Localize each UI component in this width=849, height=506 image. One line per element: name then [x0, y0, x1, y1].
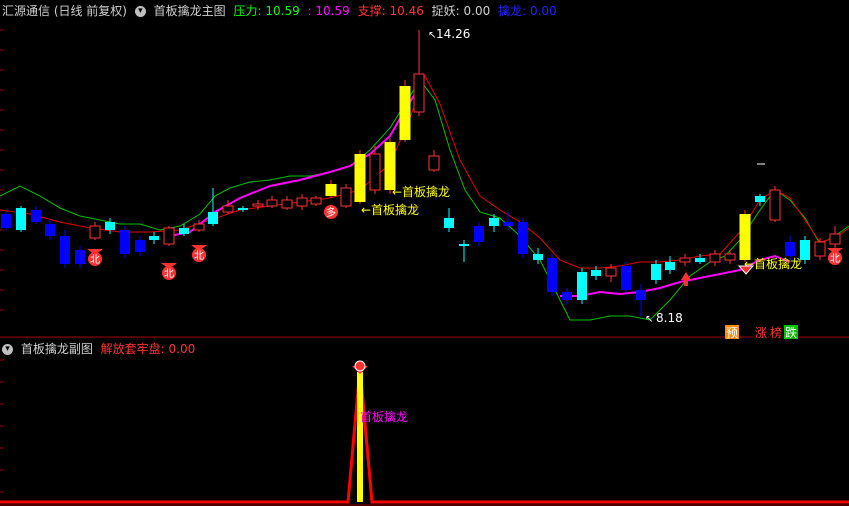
pressure-value-2: : 10.59 — [307, 4, 350, 18]
candle-body — [384, 142, 396, 190]
candle-body — [724, 253, 736, 261]
sub-chart-header: ▾ 首板擒龙副图 解放套牢盘: 0.00 — [2, 339, 199, 359]
candle-body — [503, 222, 513, 226]
dragon-label: 擒龙: — [498, 4, 527, 18]
candle-body — [149, 236, 159, 240]
bei-badge: 北 — [90, 254, 100, 266]
candle-body — [679, 257, 691, 263]
candle-body — [89, 225, 101, 239]
candle-body — [562, 292, 572, 300]
release-label: 解放套牢盘: — [100, 342, 165, 356]
candle-body — [354, 154, 366, 202]
candle-body — [591, 270, 601, 276]
candle-body — [238, 208, 248, 210]
catch-label: 捉妖: — [431, 4, 460, 18]
support-value: 10.46 — [389, 4, 424, 18]
candle-body — [399, 86, 411, 140]
candle-body — [518, 222, 528, 254]
candle-body — [179, 228, 189, 234]
sub-chart — [0, 360, 849, 504]
sub-red-line — [0, 367, 849, 504]
candle-body — [120, 230, 130, 254]
candle-body — [739, 214, 751, 260]
candle-body — [547, 258, 557, 292]
release-value: 0.00 — [168, 342, 196, 356]
signal-label-1: ←首板擒龙 — [392, 184, 450, 199]
candle-body — [665, 262, 675, 270]
candle-body — [340, 187, 352, 207]
signal-label-3: ←首板擒龙 — [744, 256, 802, 271]
catch-value: 0.00 — [463, 4, 491, 18]
candle-body — [459, 244, 469, 246]
candle-body — [533, 254, 543, 260]
high-price-label: 14.26 — [436, 27, 470, 41]
bei-badge: 北 — [830, 253, 840, 265]
candle-body — [252, 203, 264, 207]
bei-badge: 北 — [194, 250, 204, 262]
candle-body — [75, 250, 85, 264]
candle-body — [266, 199, 278, 207]
zhang-tag: 涨 — [755, 325, 767, 340]
sub-indicator-name[interactable]: 首板擒龙副图 — [21, 342, 93, 356]
main-chart-header: 汇源通信 (日线 前复权) ▾ 首板擒龙主图 压力: 10.59 : 10.59… — [2, 1, 561, 21]
bang-tag: 榜 — [770, 325, 782, 340]
candle-body — [636, 290, 646, 300]
candle-body — [31, 210, 41, 222]
candle-body — [769, 189, 781, 221]
candle-body — [605, 267, 617, 277]
candle-body — [474, 226, 484, 242]
signal-label-2: ←首板擒龙 — [361, 202, 419, 217]
candle-body — [45, 224, 55, 236]
support-label: 支撑: — [357, 4, 386, 18]
candle-body — [785, 242, 795, 256]
sub-yellow-bar — [357, 372, 363, 502]
candle-body — [695, 258, 705, 262]
candle-body — [105, 222, 115, 230]
candle-body — [428, 155, 440, 171]
candle-body — [413, 73, 425, 113]
candle-body — [222, 205, 234, 213]
dragon-value: 0.00 — [529, 4, 557, 18]
candle-body — [325, 184, 337, 196]
pressure-label: 压力: — [233, 4, 262, 18]
candle-body — [489, 218, 499, 226]
green-ma-line — [0, 79, 849, 321]
chevron-down-icon[interactable]: ▾ — [2, 344, 13, 355]
candle-body — [60, 236, 70, 264]
candle-body — [310, 197, 322, 205]
candle-body — [135, 240, 145, 252]
candle-body — [621, 266, 631, 290]
candle-body — [709, 253, 721, 263]
candle-body — [163, 227, 175, 245]
candle-body — [296, 197, 308, 207]
candle-body — [16, 208, 26, 230]
candle-body — [651, 264, 661, 280]
chevron-down-icon[interactable]: ▾ — [134, 6, 146, 17]
bei-badge: 北 — [164, 268, 174, 280]
candle-body — [193, 223, 205, 231]
candle-body — [281, 199, 293, 209]
candle-body — [577, 272, 587, 300]
candle-body — [814, 241, 826, 257]
stock-title: 汇源通信 (日线 前复权) — [2, 4, 127, 18]
candle-body — [829, 233, 841, 245]
candle-body — [444, 218, 454, 228]
candle-body — [1, 214, 11, 228]
duo-badge: 多 — [326, 206, 336, 219]
low-arrow: ↖ — [645, 314, 653, 325]
pressure-value: 10.59 — [265, 4, 300, 18]
die-tag: 跌 — [785, 325, 797, 340]
gem-circle — [354, 360, 366, 372]
candle-body — [755, 196, 765, 202]
main-indicator-name[interactable]: 首板擒龙主图 — [154, 4, 226, 18]
chart-canvas: ↖ 14.26↖ 8.18←首板擒龙←首板擒龙←首板擒龙多北北北 北预涨榜跌首板擒龙 — [0, 27, 849, 506]
pre-tag: 预 — [726, 326, 738, 340]
low-price-label: 8.18 — [656, 311, 683, 325]
up-arrow-icon — [681, 272, 691, 286]
sub-signal-label: 首板擒龙 — [360, 409, 408, 424]
candle-body — [208, 212, 218, 224]
candle-body — [369, 153, 381, 191]
